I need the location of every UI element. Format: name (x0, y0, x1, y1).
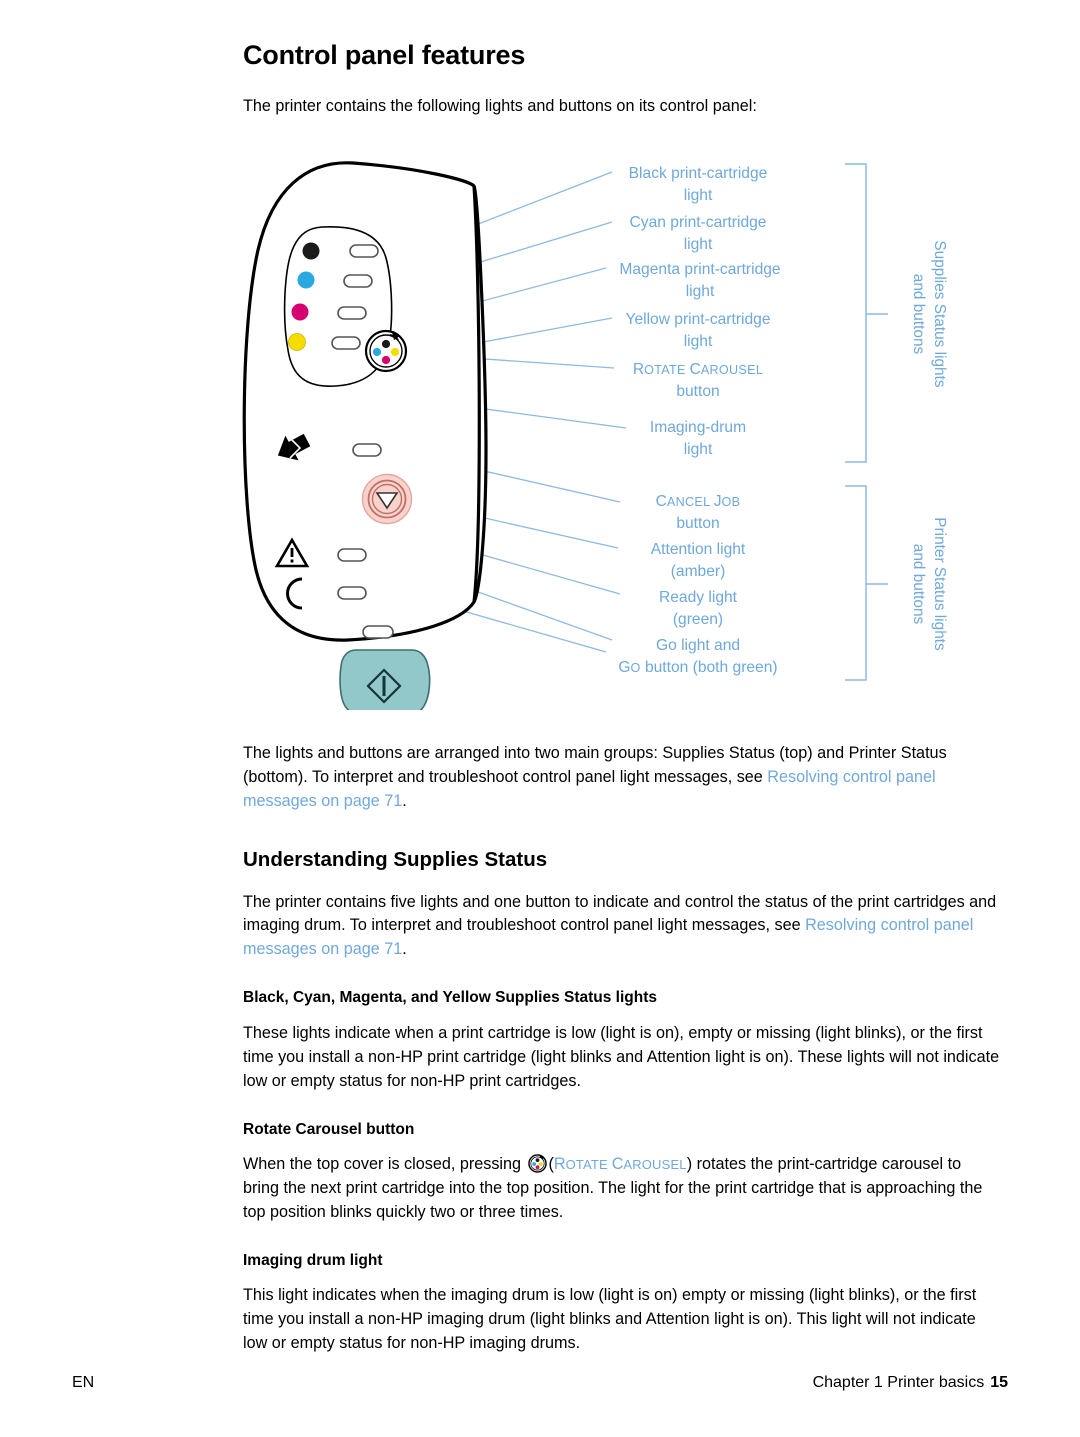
callout-rotate-line1: ROTATE CAROUSEL (633, 361, 763, 378)
callout-yellow-line1: Yellow print-cartridge (625, 311, 770, 328)
carousel-magenta-dot (381, 355, 391, 365)
control-panel-figure: Black print-cartridge light Cyan print-c… (0, 150, 1080, 710)
carousel-yellow-dot (390, 347, 400, 357)
sc-g: G (618, 659, 630, 676)
rotate-carousel-button[interactable] (364, 329, 408, 373)
callout-magenta-line2: light (686, 283, 715, 300)
sc-ancel: ANCEL (667, 495, 714, 509)
supplies-paragraph: The printer contains five lights and one… (243, 891, 1000, 963)
sc-inline-otate: OTATE (565, 1157, 612, 1173)
black-cartridge-dot (302, 242, 320, 260)
footer-page-number: 15 (990, 1374, 1008, 1391)
subheading-imaging-drum: Imaging drum light (243, 1251, 383, 1269)
intro-paragraph: The printer contains the following light… (243, 97, 757, 116)
black-cartridge-led[interactable] (349, 244, 379, 258)
supplies-paragraph-end: . (402, 940, 407, 959)
callout-attention-line2: (amber) (671, 563, 726, 580)
sc-arousel: AROUSEL (701, 363, 763, 377)
subheading-status-lights: Black, Cyan, Magenta, and Yellow Supplie… (243, 989, 658, 1007)
status-lights-paragraph: These lights indicate when a print cartr… (243, 1023, 1000, 1090)
supplies-group-line1: Supplies Status lights (931, 240, 948, 387)
go-tail: button (both green) (641, 659, 778, 676)
page-content-body: The lights and buttons are arranged into… (243, 742, 1000, 1368)
yellow-cartridge-dot (288, 333, 306, 351)
rotate-paragraph-text-a: When the top cover is closed, pressing (243, 1155, 526, 1174)
callout-cancel-line2: button (676, 515, 719, 532)
callout-black-line1: Black print-cartridge (629, 165, 768, 182)
sc-ob: OB (722, 495, 741, 509)
footer-chapter-info: Chapter 1 Printer basics 15 (813, 1374, 1008, 1392)
callout-imaging-line2: light (684, 441, 713, 458)
page-footer: EN Chapter 1 Printer basics 15 (72, 1374, 1008, 1392)
sc-otate: OTATE (644, 363, 689, 377)
go-led[interactable] (362, 625, 394, 639)
rotate-carousel-smallcaps: ROTATE CAROUSEL (554, 1155, 687, 1173)
supplies-bracket (845, 163, 867, 463)
attention-led[interactable] (337, 548, 367, 562)
carousel-black-dot (381, 339, 391, 349)
groups-paragraph: The lights and buttons are arranged into… (243, 742, 1000, 814)
subheading-rotate-carousel: Rotate Carousel button (243, 1120, 415, 1138)
footer-language: EN (72, 1374, 95, 1391)
printer-bracket (845, 485, 867, 681)
group-labels: Supplies Status lights and buttons Print… (910, 240, 948, 651)
callout-cyan-line1: Cyan print-cartridge (630, 214, 767, 231)
callout-labels: Black print-cartridge light Cyan print-c… (618, 165, 780, 676)
magenta-cartridge-dot (291, 303, 309, 321)
callout-imaging-line1: Imaging-drum (650, 419, 746, 436)
callout-yellow-line2: light (684, 333, 713, 350)
callout-attention-line1: Attention light (651, 541, 746, 558)
imaging-drum-led[interactable] (352, 443, 382, 457)
callout-black-line2: light (684, 187, 713, 204)
sc-r: R (633, 361, 644, 378)
sc-c2: C (656, 493, 667, 510)
magenta-cartridge-led[interactable] (337, 306, 367, 320)
sc-c: C (690, 361, 701, 378)
imaging-drum-paragraph: This light indicates when the imaging dr… (243, 1286, 977, 1353)
ready-led[interactable] (337, 586, 367, 600)
groups-paragraph-end: . (402, 791, 407, 810)
sc-j: J (714, 493, 722, 510)
yellow-cartridge-led[interactable] (331, 336, 361, 350)
callout-cancel-line1: CANCEL JOB (656, 493, 741, 510)
callout-cyan-line2: light (684, 236, 713, 253)
sc-inline-r: R (553, 1155, 566, 1174)
callout-ready-line2: (green) (673, 611, 723, 628)
supplies-group-line2: and buttons (910, 274, 927, 355)
printer-group-line1: Printer Status lights (931, 517, 948, 651)
rotate-carousel-inline-icon (527, 1154, 547, 1173)
carousel-cyan-dot (372, 347, 382, 357)
footer-chapter-label: Chapter 1 Printer basics (812, 1374, 985, 1391)
sc-inline-arousel: AROUSEL (623, 1157, 687, 1173)
callout-ready-line1: Ready light (659, 589, 738, 606)
callout-go-line1: Go light and (656, 637, 740, 654)
printer-group-line2: and buttons (910, 544, 927, 625)
sc-inline-c: C (611, 1155, 624, 1174)
go-bar-icon (382, 676, 386, 696)
cancel-job-btn[interactable] (361, 473, 413, 525)
callout-go-line2: GO button (both green) (618, 659, 777, 676)
group-brackets (845, 163, 888, 681)
section-heading-supplies: Understanding Supplies Status (243, 847, 548, 871)
go-button[interactable] (339, 649, 431, 710)
panel-body (242, 161, 488, 642)
cyan-cartridge-dot (297, 271, 315, 289)
page-content-top: Control panel features The printer conta… (243, 40, 1000, 131)
document-page: Black print-cartridge light Cyan print-c… (0, 0, 1080, 1437)
callout-rotate-line2: button (676, 383, 719, 400)
printer-control-panel-illustration (242, 161, 488, 710)
rotate-carousel-paragraph: When the top cover is closed, pressing (… (243, 1153, 1000, 1225)
callout-magenta-line1: Magenta print-cartridge (619, 261, 780, 278)
page-title: Control panel features (243, 40, 526, 70)
cyan-cartridge-led[interactable] (343, 274, 373, 288)
sc-o: O (631, 661, 641, 675)
